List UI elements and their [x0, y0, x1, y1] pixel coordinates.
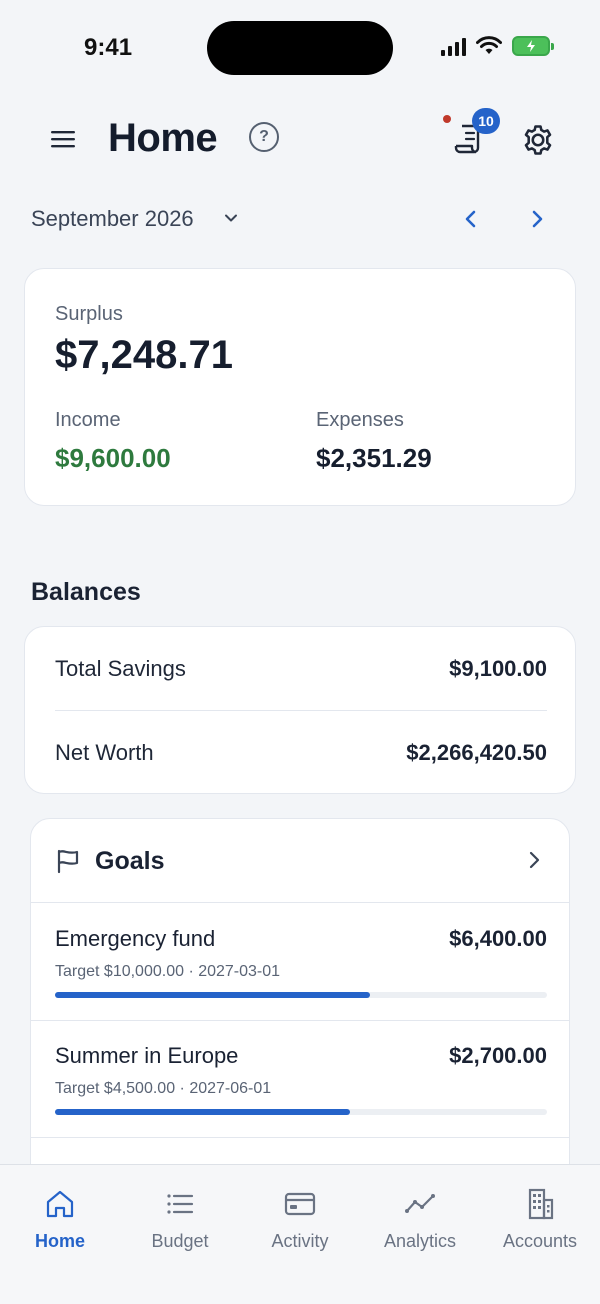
page-title: Home	[108, 116, 218, 160]
next-month-button[interactable]	[522, 204, 552, 234]
expenses-label: Expenses	[316, 409, 404, 431]
goal-progress-track	[55, 1109, 547, 1115]
goal-progress-fill	[55, 992, 370, 998]
battery-charging-icon	[512, 36, 554, 56]
list-icon	[167, 1194, 194, 1214]
expenses-value: $2,351.29	[316, 443, 432, 473]
building-icon	[528, 1188, 554, 1220]
tab-budget[interactable]: Budget	[120, 1187, 240, 1257]
status-time: 9:41	[84, 34, 133, 61]
goal-meta: Target $10,000.00 · 2027-03-01	[55, 963, 281, 980]
settings-button[interactable]	[520, 122, 556, 158]
tab-label: Analytics	[383, 1231, 457, 1251]
goal-meta: Target $4,500.00 · 2027-06-01	[55, 1080, 272, 1097]
tab-activity[interactable]: Activity	[240, 1187, 360, 1257]
income-value: $9,600.00	[55, 443, 171, 473]
balance-row-total-savings[interactable]: Total Savings $9,100.00	[55, 627, 547, 711]
chevron-down-icon[interactable]	[222, 209, 240, 227]
help-icon: ?	[259, 128, 269, 145]
gear-icon	[524, 125, 552, 155]
goal-progress-fill	[55, 1109, 351, 1115]
goal-name: Summer in Europe	[55, 1043, 239, 1068]
balances-title: Balances	[31, 578, 141, 606]
hamburger-menu-icon	[51, 131, 75, 148]
month-label[interactable]: September 2026	[31, 206, 194, 232]
tab-label: Budget	[151, 1231, 209, 1251]
menu-button[interactable]	[46, 122, 80, 156]
chevron-right-icon	[529, 851, 540, 869]
chevron-right-icon	[532, 210, 543, 228]
balance-row-net-worth[interactable]: Net Worth $2,266,420.50	[55, 711, 547, 795]
receipts-badge: 10	[472, 108, 500, 134]
flag-icon	[57, 849, 79, 874]
goal-name: Emergency fund	[55, 926, 216, 951]
tab-label: Home	[34, 1231, 85, 1251]
status-bar: 9:41	[0, 0, 600, 96]
tab-home[interactable]: Home	[0, 1187, 120, 1257]
surplus-label: Surplus	[55, 303, 123, 325]
tab-label: Activity	[271, 1231, 329, 1251]
tab-analytics[interactable]: Analytics	[360, 1187, 480, 1257]
balance-value: $9,100.00	[449, 655, 547, 681]
income-label: Income	[55, 409, 121, 431]
goals-title: Goals	[95, 847, 165, 875]
goal-amount: $2,700.00	[449, 1043, 547, 1068]
home-icon	[46, 1190, 74, 1218]
wifi-icon	[476, 36, 502, 54]
card-icon	[284, 1192, 316, 1216]
previous-month-button[interactable]	[456, 204, 486, 234]
dynamic-island	[207, 21, 393, 75]
balance-label: Total Savings	[55, 655, 186, 681]
surplus-value: $7,248.71	[55, 333, 233, 377]
goal-amount: $6,400.00	[449, 926, 547, 951]
tab-label: Accounts	[502, 1231, 578, 1251]
balance-label: Net Worth	[55, 740, 154, 765]
goal-item[interactable]: Emergency fund $6,400.00 Target $10,000.…	[31, 904, 569, 1021]
tab-bar: Home Budget Activity Analytics Accounts	[0, 1164, 600, 1304]
status-icons	[441, 36, 554, 56]
balance-value: $2,266,420.50	[406, 740, 547, 765]
chevron-left-icon	[465, 210, 476, 228]
notification-dot	[443, 115, 451, 123]
tab-accounts[interactable]: Accounts	[480, 1187, 600, 1257]
goal-item[interactable]: Summer in Europe $2,700.00 Target $4,500…	[31, 1021, 569, 1138]
month-selector: September 2026	[0, 196, 600, 240]
help-button[interactable]: ?	[249, 122, 279, 152]
cellular-signal-icon	[441, 36, 466, 56]
goals-header[interactable]: Goals	[31, 819, 569, 903]
summary-card: Surplus $7,248.71 Income $9,600.00 Expen…	[24, 268, 576, 506]
trend-icon	[405, 1194, 435, 1213]
goal-progress-track	[55, 992, 547, 998]
app-header: Home ?	[0, 108, 600, 172]
balances-card: Total Savings $9,100.00 Net Worth $2,266…	[24, 626, 576, 794]
